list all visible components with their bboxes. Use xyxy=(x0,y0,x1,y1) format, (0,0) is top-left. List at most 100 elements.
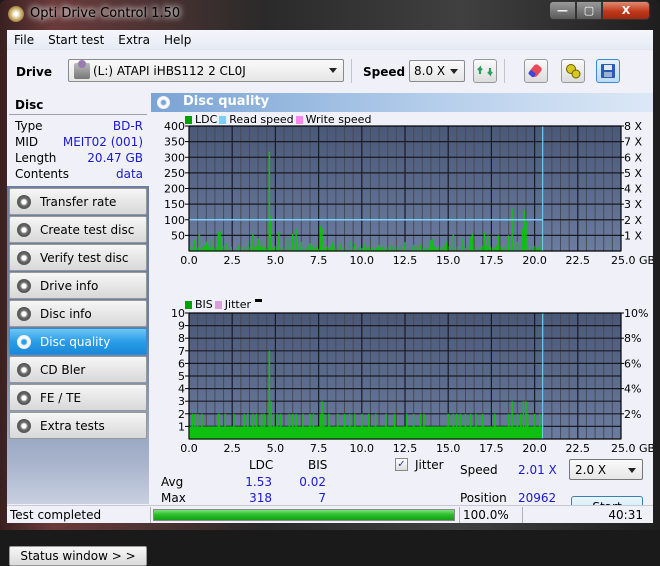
nav-extra-tests[interactable]: Extra tests xyxy=(9,412,147,439)
menu-file[interactable]: File xyxy=(7,33,41,47)
y-tick-label: 350 xyxy=(164,136,185,149)
title-bar[interactable]: Opti Drive Control 1.50 — ▢ X xyxy=(0,0,660,30)
stats-avg-ldc: 1.53 xyxy=(245,475,272,489)
progress-fill xyxy=(154,510,454,520)
disc-quality-charts: 0.0 2.5 5.0 7.5 10.0 12.5 15.0 17.5 20.0 22.5 25.0… xyxy=(164,120,653,453)
app-window: Opti Drive Control 1.50 — ▢ X File Start… xyxy=(0,0,660,566)
minimize-button[interactable]: — xyxy=(549,1,576,20)
settings-button[interactable] xyxy=(561,59,585,83)
y-tick-label: 1 xyxy=(178,420,185,433)
nav-label: FE / TE xyxy=(40,390,82,405)
close-button[interactable]: X xyxy=(602,1,650,20)
y2-tick-label: 7 X xyxy=(624,136,642,149)
jitter-label: Jitter xyxy=(415,458,444,472)
nav-create-test-disc[interactable]: Create test disc xyxy=(9,216,147,243)
nav-drive-info[interactable]: Drive info xyxy=(9,272,147,299)
y-tick-label: 250 xyxy=(164,167,185,180)
nav-disc-quality[interactable]: Disc quality xyxy=(9,328,147,355)
divider xyxy=(150,507,151,523)
disc-quality-panel: Disc quality LDC Read speed Write speed … xyxy=(151,93,653,521)
toolbar-divider xyxy=(504,59,505,83)
chevron-down-icon xyxy=(329,68,337,73)
test-speed-select[interactable]: 2.0 X xyxy=(569,459,643,480)
y2-tick-label: 8% xyxy=(624,332,641,345)
x-tick-label: 0.0 xyxy=(180,442,198,453)
speed-readout-label: Speed xyxy=(460,463,498,477)
speed-label: Speed xyxy=(363,65,406,79)
info-label: Length xyxy=(15,151,57,165)
jitter-checkbox[interactable]: ✓ xyxy=(395,458,408,471)
disc-info-row: MID MEIT02 (001) xyxy=(15,135,143,149)
nav-label: Transfer rate xyxy=(40,194,117,209)
x-tick-label: 25.0 GB xyxy=(611,442,653,453)
disc-info-panel: Disc Type BD-R MID MEIT02 (001) Length 20.4… xyxy=(7,94,149,186)
stats-avg-bis: 0.02 xyxy=(299,475,326,489)
menu-help[interactable]: Help xyxy=(157,33,198,47)
toolbar-divider xyxy=(351,59,352,83)
disc-icon xyxy=(17,306,31,321)
nav-label: CD Bler xyxy=(40,362,86,377)
minimize-icon: — xyxy=(557,4,568,17)
nav-transfer-rate[interactable]: Transfer rate xyxy=(9,188,147,215)
nav-cd-bler[interactable]: CD Bler xyxy=(9,356,147,383)
close-icon: X xyxy=(621,4,631,17)
info-value: 20.47 GB xyxy=(87,151,143,165)
x-tick-label: 20.0 xyxy=(522,442,547,453)
nav-label: Verify test disc xyxy=(40,250,129,265)
x-tick-label: 20.0 xyxy=(522,254,547,267)
y-tick-label: 100 xyxy=(164,214,185,227)
disc-icon xyxy=(17,334,31,349)
speed-select[interactable]: 8.0 X xyxy=(409,60,465,82)
y2-tick-label: 8 X xyxy=(624,120,642,133)
drive-label: Drive xyxy=(16,65,52,79)
disc-icon xyxy=(17,222,31,237)
drive-select[interactable]: (L:) ATAPI iHBS112 2 CL0J xyxy=(68,59,344,82)
y2-tick-label: 4 X xyxy=(624,183,642,196)
x-tick-label: 17.5 xyxy=(479,442,504,453)
erase-button[interactable] xyxy=(524,59,548,83)
save-button[interactable] xyxy=(596,59,620,83)
x-tick-label: 17.5 xyxy=(479,254,504,267)
position-value: 20962 xyxy=(518,491,557,505)
elapsed-time: 40:31 xyxy=(608,508,643,522)
stats-header-ldc: LDC xyxy=(249,458,274,472)
drive-select-value: (L:) ATAPI iHBS112 2 CL0J xyxy=(93,63,246,78)
status-window-button[interactable]: Status window > > xyxy=(9,546,147,566)
y2-tick-label: 1 X xyxy=(624,229,642,242)
y-tick-label: 4 xyxy=(178,383,185,396)
x-tick-label: 5.0 xyxy=(267,442,285,453)
info-label: MID xyxy=(15,135,39,149)
client-area: File Start test Extra Help Drive (L:) AT… xyxy=(7,30,653,566)
menu-extra[interactable]: Extra xyxy=(111,33,157,47)
y-tick-label: 200 xyxy=(164,183,185,196)
y-tick-label: 5 xyxy=(178,370,185,383)
nav-verify-test-disc[interactable]: Verify test disc xyxy=(9,244,147,271)
x-tick-label: 7.5 xyxy=(310,442,328,453)
left-panel: Disc Type BD-R MID MEIT02 (001) Length 20.4… xyxy=(7,94,149,566)
nav-disc-info[interactable]: Disc info xyxy=(9,300,147,327)
disc-info-row: Length 20.47 GB xyxy=(15,151,143,165)
y2-tick-label: 3 X xyxy=(624,198,642,211)
disc-info-row: Type BD-R xyxy=(15,119,143,133)
divider xyxy=(9,114,147,115)
position-label: Position xyxy=(460,491,507,505)
x-tick-label: 25.0 GB xyxy=(611,254,653,267)
y-tick-label: 9 xyxy=(178,320,185,333)
maximize-button[interactable]: ▢ xyxy=(576,1,602,20)
maximize-icon: ▢ xyxy=(583,4,595,17)
disc-icon xyxy=(17,250,31,265)
status-bar: Test completed 100.0% 40:31 xyxy=(7,505,653,523)
x-tick-label: 2.5 xyxy=(223,254,241,267)
toolbar: Drive (L:) ATAPI iHBS112 2 CL0J Speed 8.… xyxy=(7,51,653,93)
info-label: Type xyxy=(15,119,43,133)
disc-icon xyxy=(17,390,31,405)
refresh-button[interactable] xyxy=(473,59,497,83)
y2-tick-label: 6% xyxy=(624,357,641,370)
disc-info-row: Contents data xyxy=(15,167,143,181)
speed-readout-value: 2.01 X xyxy=(518,463,557,477)
nav-label: Drive info xyxy=(40,278,99,293)
test-speed-value: 2.0 X xyxy=(575,463,607,477)
y2-tick-label: 6 X xyxy=(624,151,642,164)
nav-fe-te[interactable]: FE / TE xyxy=(9,384,147,411)
menu-start-test[interactable]: Start test xyxy=(41,33,111,47)
